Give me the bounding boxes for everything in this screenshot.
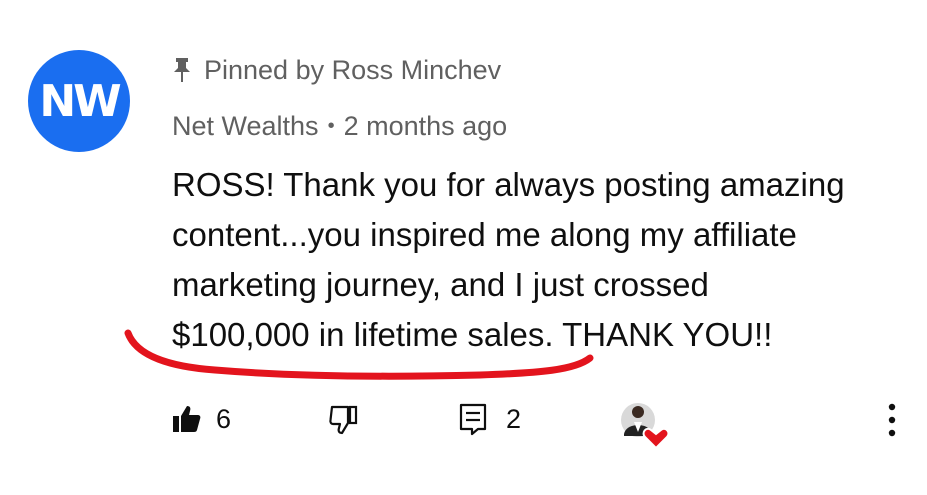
pinned-text: Pinned by Ross Minchev — [204, 54, 502, 85]
comment-line: ROSS! Thank you for always posting amazi… — [172, 166, 845, 203]
pin-icon — [174, 58, 190, 82]
thumbs-down-icon — [329, 405, 358, 435]
creator-heart-icon — [621, 403, 670, 450]
timestamp[interactable]: 2 months ago — [344, 111, 508, 142]
reply-button[interactable]: 2 — [458, 397, 521, 441]
comment-line: content...you inspired me along my affil… — [172, 216, 797, 253]
more-vertical-icon — [888, 403, 896, 437]
avatar[interactable]: NW — [28, 50, 130, 152]
author-name[interactable]: Net Wealths — [172, 111, 319, 142]
avatar-initials: NW — [39, 75, 121, 127]
creator-heart-badge — [616, 398, 672, 450]
comment-line: marketing journey, and I just crossed — [172, 266, 709, 303]
comment-meta: Net Wealths • 2 months ago — [172, 106, 507, 146]
comment-line: $100,000 in lifetime sales. THANK YOU!! — [172, 316, 773, 353]
more-options-button[interactable] — [880, 400, 904, 440]
comment-body: ROSS! Thank you for always posting amazi… — [172, 160, 902, 360]
reply-count: 2 — [506, 403, 522, 434]
dislike-button[interactable] — [328, 397, 360, 441]
meta-separator: • — [327, 114, 335, 137]
like-count: 6 — [216, 403, 232, 434]
reply-icon — [459, 403, 487, 436]
like-button[interactable]: 6 — [172, 397, 231, 441]
thumbs-up-icon — [173, 406, 201, 432]
pinned-label: Pinned by Ross Minchev — [172, 50, 501, 90]
